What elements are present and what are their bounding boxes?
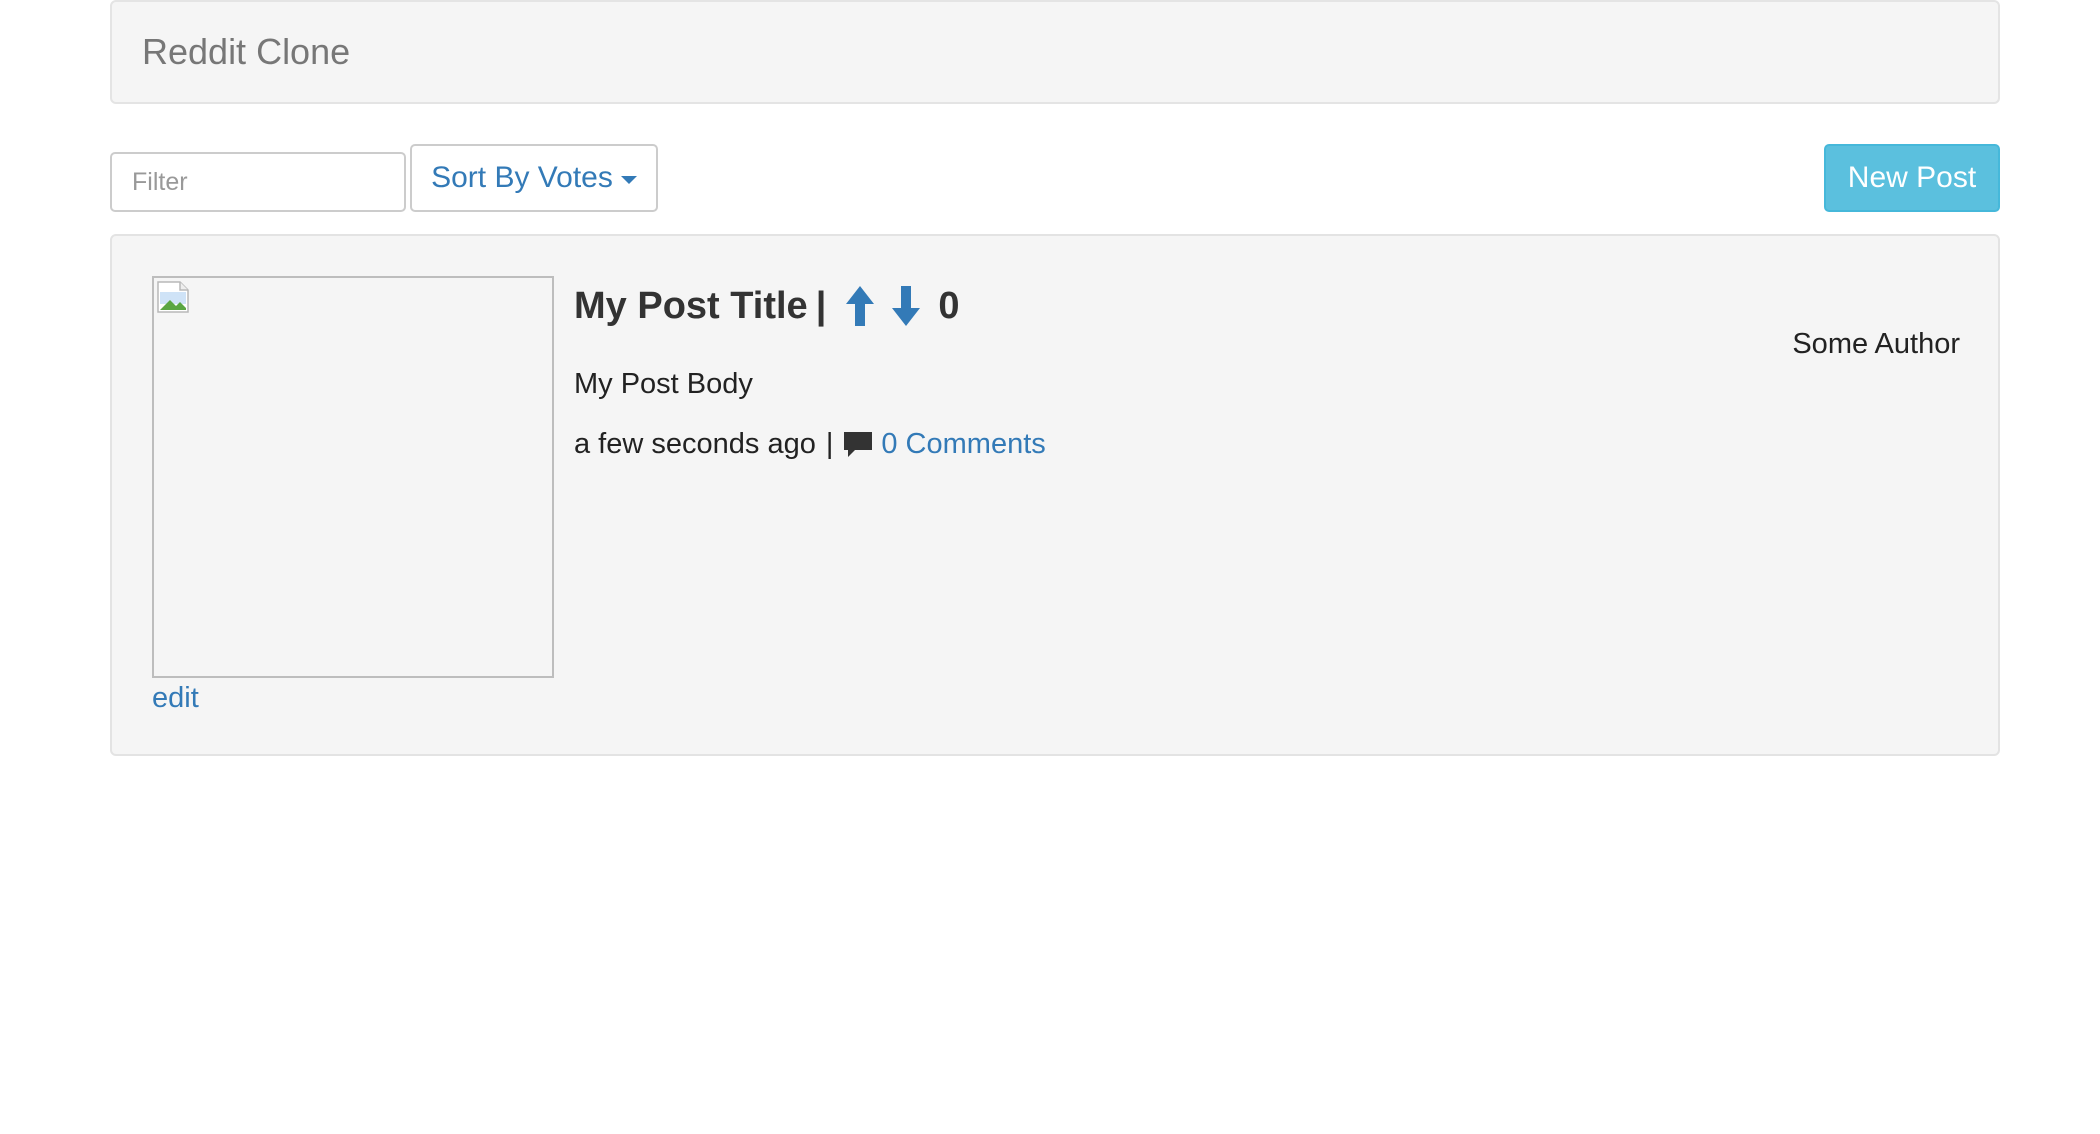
comment-icon: [843, 431, 873, 459]
navbar: Reddit Clone: [110, 0, 2000, 104]
edit-post-link[interactable]: edit: [152, 682, 199, 715]
post-author: Some Author: [1792, 328, 1960, 360]
comments-link[interactable]: 0 Comments: [881, 428, 1045, 461]
caret-down-icon: [620, 176, 637, 184]
post-title-row: My Post Title | 0: [574, 276, 959, 336]
post-title: My Post Title: [574, 284, 808, 327]
navbar-brand[interactable]: Reddit Clone: [142, 31, 350, 73]
post-meta: a few seconds ago | 0 Comments: [574, 428, 1046, 461]
filter-input[interactable]: [110, 152, 406, 212]
post-controls: Sort By Votes New Post: [110, 144, 2000, 212]
arrow-up-icon[interactable]: [840, 284, 880, 328]
post-timestamp: a few seconds ago: [574, 428, 816, 460]
meta-separator: |: [825, 428, 834, 460]
post-thumbnail: [152, 276, 554, 678]
broken-image-icon: [157, 281, 189, 313]
sort-dropdown-button[interactable]: Sort By Votes: [410, 144, 658, 212]
post-card: edit My Post Title | 0 Some Author My Po…: [110, 234, 2000, 756]
new-post-button[interactable]: New Post: [1824, 144, 2000, 212]
sort-dropdown-label: Sort By Votes: [431, 161, 613, 194]
post-body: My Post Body: [574, 368, 753, 400]
vote-count: 0: [938, 284, 960, 327]
arrow-down-icon[interactable]: [886, 284, 926, 328]
title-separator: |: [815, 284, 827, 327]
